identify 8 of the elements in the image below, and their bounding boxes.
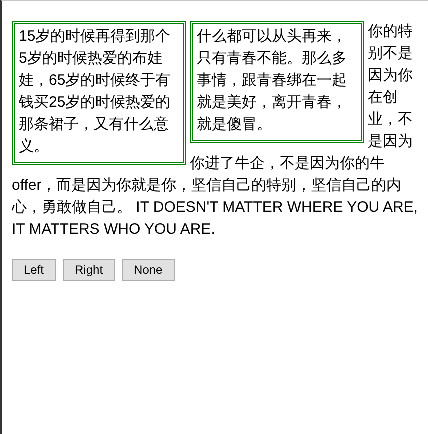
float-button[interactable]: Right bbox=[63, 259, 116, 281]
paragraph-text: offer，而是因为你就是你，坚信自己的特别，坚信自己的内心，勇敢做自己。 IT DOESN'T MATTER WHERE YOU ARE, IT MATTERS WHO YOU ARE. bbox=[12, 176, 418, 240]
float-button[interactable]: None bbox=[122, 259, 175, 281]
float-button[interactable]: Left bbox=[12, 259, 56, 281]
paragraph-text: 你进了牛企，不是因为你的牛 bbox=[190, 154, 386, 174]
float-box: 什么都可以从头再来，只有青春不能。那么多事情，跟青春绑在一起就是美好，离开青春，就是傻冒。 bbox=[190, 21, 364, 143]
paragraph-text: 你的特别不是因为你在创业，不是因为 bbox=[368, 22, 414, 152]
float-box: 15岁的时候再得到那个5岁的时候热爱的布娃娃，65岁的时候终于有钱买25岁的时候热爱的那条裙子，又有什么意义。 bbox=[12, 21, 186, 165]
